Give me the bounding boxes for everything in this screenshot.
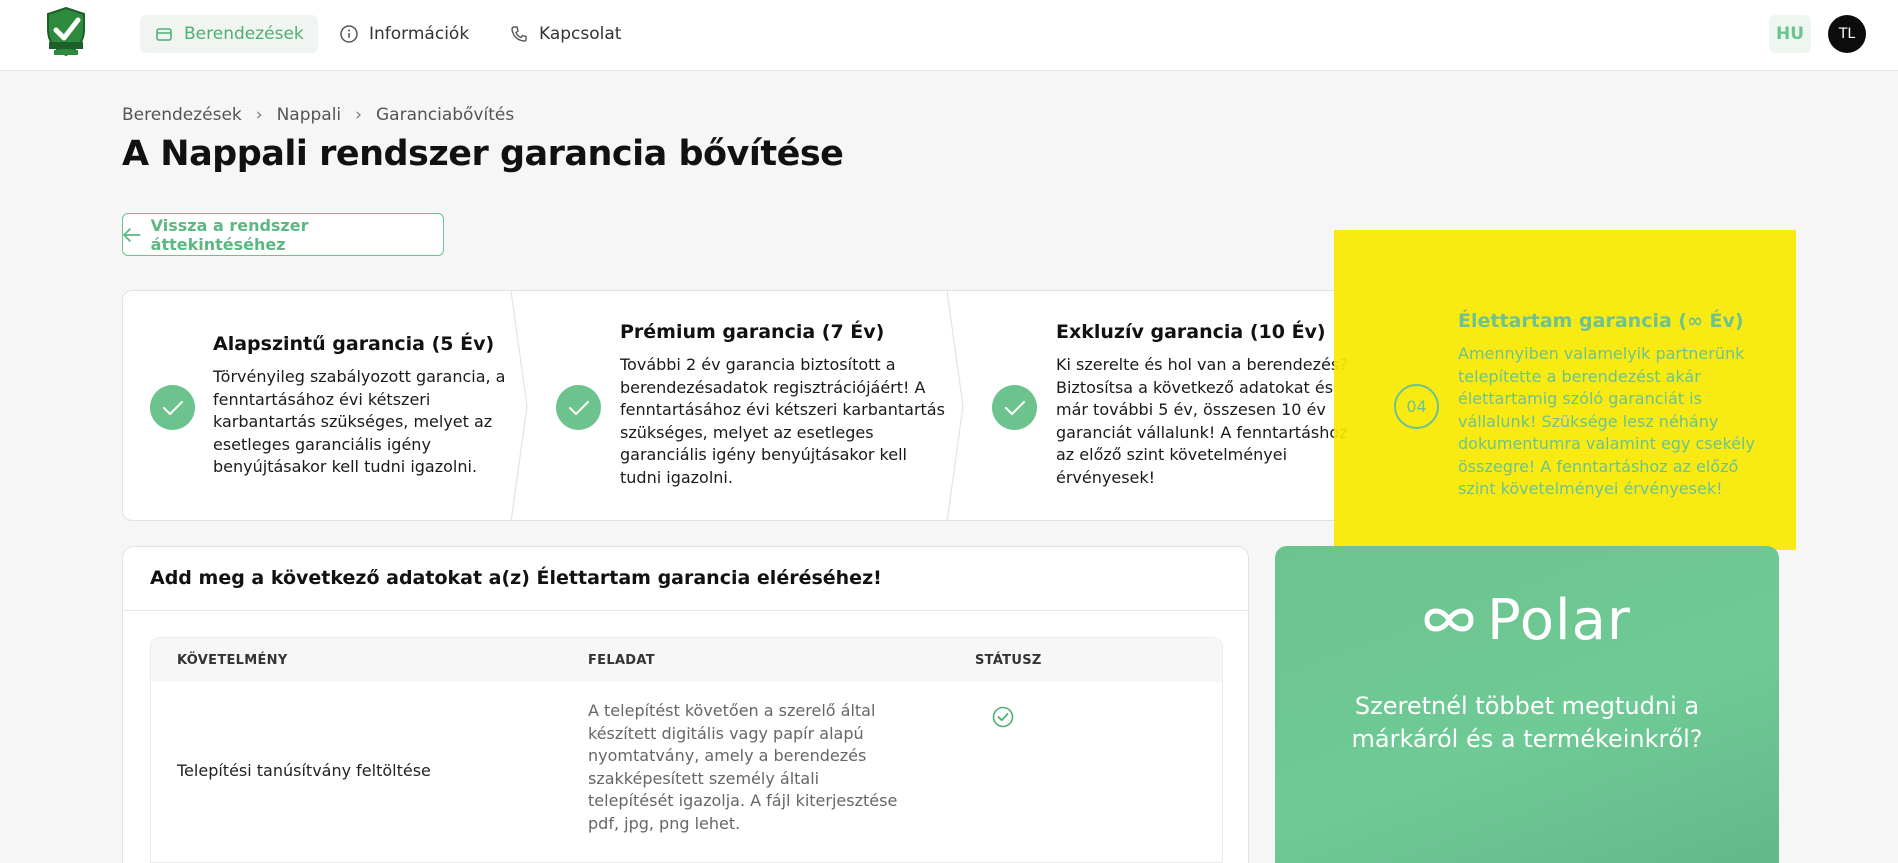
requirement-cell: Telepítési tanúsítvány feltöltése (177, 761, 431, 780)
step-exkluziv: Exkluzív garancia (10 Év) Ki szerelte és… (963, 291, 1363, 520)
step-description: Amennyiben valamelyik partnerünk telepít… (1458, 344, 1755, 498)
step-description: Ki szerelte és hol van a berendezés? Biz… (1056, 355, 1348, 487)
promo-text: Szeretnél többet megtudni a márkáról és … (1351, 692, 1703, 753)
phone-icon (511, 26, 527, 42)
box-icon (156, 28, 172, 41)
nav-item-kapcsolat[interactable]: Kapcsolat (495, 15, 635, 53)
step-premium: Prémium garancia (7 Év) További 2 év gar… (528, 291, 948, 520)
user-avatar[interactable]: TL (1828, 15, 1866, 53)
step-elettartam: 04 Élettartam garancia (∞ Év) Amennyiben… (1348, 290, 1778, 521)
check-icon (992, 385, 1037, 430)
table-header: KÖVETELMÉNY FELADAT STÁTUSZ (151, 638, 1222, 682)
step-title: Alapszintű garancia (5 Év) (213, 333, 495, 355)
back-to-overview-button[interactable]: Vissza a rendszer áttekintéséhez (122, 213, 444, 256)
breadcrumb-item[interactable]: Berendezések (122, 105, 242, 125)
step-description: Törvényileg szabályozott garancia, a fen… (213, 367, 506, 476)
breadcrumb: Berendezések › Nappali › Garanciabővítés (122, 105, 514, 125)
page-title: A Nappali rendszer garancia bővítése (122, 134, 844, 174)
polar-protect-logo[interactable] (44, 6, 88, 58)
arrow-left-icon (123, 227, 141, 242)
requirements-card: Add meg a következő adatokat a(z) Életta… (122, 546, 1249, 863)
status-check-icon (992, 706, 1014, 728)
step-title: Exkluzív garancia (10 Év) (1056, 321, 1326, 343)
breadcrumb-item[interactable]: Nappali (277, 105, 342, 125)
nav-label: Kapcsolat (539, 24, 622, 44)
requirements-heading: Add meg a következő adatokat a(z) Életta… (150, 567, 882, 589)
nav-item-informaciok[interactable]: Információk (325, 15, 483, 53)
info-icon (340, 25, 358, 43)
brand-name: Polar (1487, 587, 1631, 653)
requirements-table: KÖVETELMÉNY FELADAT STÁTUSZ Telepítési t… (150, 637, 1223, 863)
check-icon (556, 385, 601, 430)
column-header: STÁTUSZ (975, 653, 1042, 668)
language-switch[interactable]: HU (1769, 15, 1811, 53)
nav-item-berendezesek[interactable]: Berendezések (140, 15, 318, 53)
column-header: FELADAT (588, 653, 655, 668)
nav-label: Berendezések (184, 24, 304, 44)
step-number: 04 (1394, 384, 1439, 429)
polar-promo-card[interactable]: Polar Szeretnél többet megtudni a márkár… (1275, 546, 1779, 863)
column-header: KÖVETELMÉNY (177, 653, 288, 668)
polar-brand-logo: Polar (1419, 587, 1631, 653)
step-description: További 2 év garancia biztosított a bere… (620, 355, 945, 487)
task-cell: A telepítést követően a szerelő által ké… (588, 701, 898, 833)
chevron-right-icon: › (255, 105, 263, 125)
step-title: Élettartam garancia (∞ Év) (1458, 310, 1744, 332)
divider (123, 610, 1248, 611)
nav-label: Információk (369, 24, 470, 44)
chevron-right-icon: › (355, 105, 362, 125)
step-alapszintu: Alapszintű garancia (5 Év) Törvényileg s… (123, 291, 513, 520)
top-navigation-bar: Berendezések Információk Kapcsolat HU TL (0, 0, 1898, 71)
step-title: Prémium garancia (7 Év) (620, 321, 885, 343)
infinity-icon (1424, 608, 1474, 632)
breadcrumb-item-current: Garanciabővítés (375, 105, 515, 125)
check-icon (150, 385, 195, 430)
back-button-label: Vissza a rendszer áttekintéséhez (150, 215, 309, 254)
